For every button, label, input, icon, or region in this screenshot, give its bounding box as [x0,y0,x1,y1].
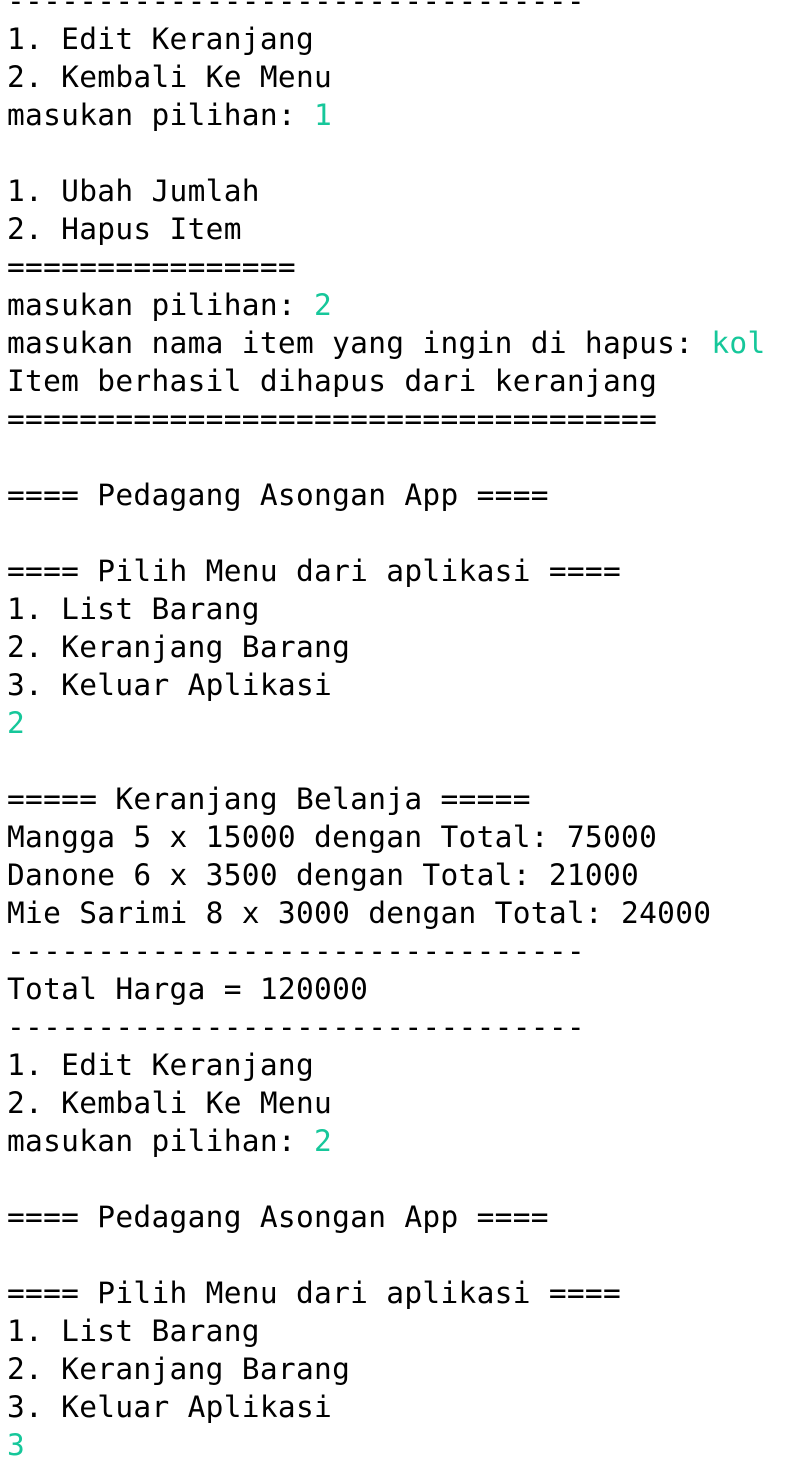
console-line: Mie Sarimi 8 x 3000 dengan Total: 24000 [7,894,795,932]
console-line: 3. Keluar Aplikasi [7,666,795,704]
console-line: masukan pilihan: 2 [7,1122,795,1160]
console-line: 2. Keranjang Barang [7,1350,795,1388]
console-line: -------------------------------- [7,932,795,970]
console-line: Total Harga = 120000 [7,970,795,1008]
console-line-text: 2. Kembali Ke Menu [7,1086,333,1120]
console-line-text: 3. Keluar Aplikasi [7,1390,333,1424]
console-user-input: 1 [314,98,333,132]
console-line-text: masukan pilihan: [7,1124,315,1158]
console-user-input: 2 [7,706,26,740]
console-line-text: Item berhasil dihapus dari keranjang [7,364,658,398]
console-line: 2. Hapus Item [7,210,795,248]
console-line-text: 1. Edit Keranjang [7,1048,315,1082]
console-line-text: masukan nama item yang ingin di hapus: [7,326,712,360]
console-line: Mangga 5 x 15000 dengan Total: 75000 [7,818,795,856]
console-line-text: ==================================== [7,402,658,436]
console-line-text: 2. Keranjang Barang [7,630,351,664]
console-line: 2. Keranjang Barang [7,628,795,666]
console-line: 1. List Barang [7,1312,795,1350]
console-line-text: -------------------------------- [7,0,585,18]
console-line-text: -------------------------------- [7,1010,585,1044]
console-line: 1. Edit Keranjang [7,1046,795,1084]
console-line-text: Danone 6 x 3500 dengan Total: 21000 [7,858,640,892]
console-line: ==== Pedagang Asongan App ==== [7,1198,795,1236]
console-user-input: kol [711,326,766,360]
console-line: ================ [7,248,795,286]
console-line-text: 1. List Barang [7,1314,260,1348]
console-line: Item berhasil dihapus dari keranjang [7,362,795,400]
terminal-output: -------------------------------- 1. Edit … [7,0,795,1464]
console-line: 2. Kembali Ke Menu [7,1084,795,1122]
console-line: -------------------------------- [7,1008,795,1046]
console-user-input: 2 [314,1124,333,1158]
console-line-text: ==== Pilih Menu dari aplikasi ==== [7,1276,622,1310]
console-line-text: 2. Hapus Item [7,212,242,246]
console-line: ==== Pedagang Asongan App ==== [7,476,795,514]
console-line: masukan pilihan: 2 [7,286,795,324]
console-line-text: 2. Keranjang Barang [7,1352,351,1386]
console-line: 3 [7,1426,795,1464]
console-user-input: 2 [314,288,333,322]
console-line: 2. Kembali Ke Menu [7,58,795,96]
console-line-text: 3. Keluar Aplikasi [7,668,333,702]
console-line-text: 1. Ubah Jumlah [7,174,260,208]
console-line-text: ==== Pilih Menu dari aplikasi ==== [7,554,622,588]
console-line: 1. List Barang [7,590,795,628]
console-line-text: Mangga 5 x 15000 dengan Total: 75000 [7,820,658,854]
console-line-text: 1. List Barang [7,592,260,626]
console-user-input: 3 [7,1428,26,1462]
console-line-text: ==== Pedagang Asongan App ==== [7,478,549,512]
console-line: masukan nama item yang ingin di hapus: k… [7,324,795,362]
console-line-text: ==== Pedagang Asongan App ==== [7,1200,549,1234]
console-line-text: ===== Keranjang Belanja ===== [7,782,531,816]
console-line-text: ================ [7,250,296,284]
console-line: 1. Edit Keranjang [7,20,795,58]
console-line-text: 1. Edit Keranjang [7,22,315,56]
console-line-text: -------------------------------- [7,934,585,968]
console-line: ==== Pilih Menu dari aplikasi ==== [7,1274,795,1312]
console-line-text: masukan pilihan: [7,98,315,132]
console-line: ==================================== [7,400,795,438]
console-line: 1. Ubah Jumlah [7,172,795,210]
console-line: -------------------------------- [7,0,795,20]
console-line: Danone 6 x 3500 dengan Total: 21000 [7,856,795,894]
console-line-text: Total Harga = 120000 [7,972,369,1006]
console-line: 3. Keluar Aplikasi [7,1388,795,1426]
console-line-text: 2. Kembali Ke Menu [7,60,333,94]
console-line-text: masukan pilihan: [7,288,315,322]
console-line-text: Mie Sarimi 8 x 3000 dengan Total: 24000 [7,896,712,930]
console-line: ==== Pilih Menu dari aplikasi ==== [7,552,795,590]
console-line: 2 [7,704,795,742]
console-line: ===== Keranjang Belanja ===== [7,780,795,818]
console-line: masukan pilihan: 1 [7,96,795,134]
